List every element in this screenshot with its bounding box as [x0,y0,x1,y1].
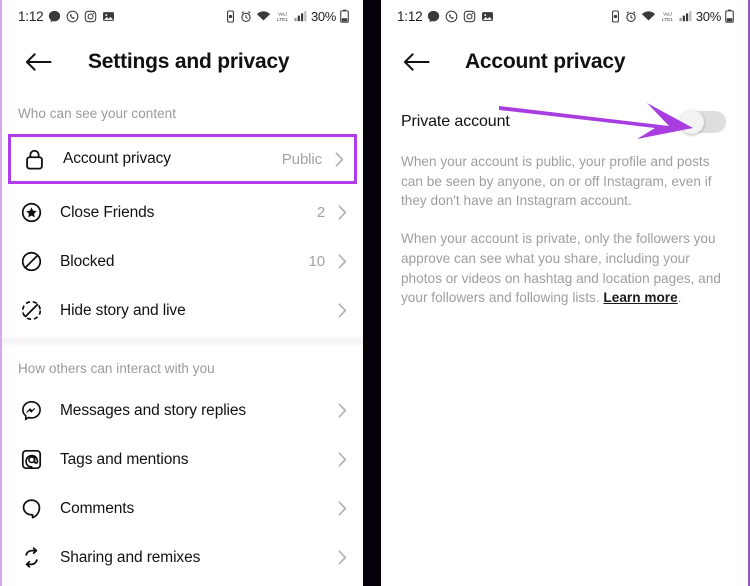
alarm-icon [240,10,252,23]
left-header: Settings and privacy [2,32,363,92]
section-label-who-can-see: Who can see your content [18,106,177,121]
row-label-blocked: Blocked [60,252,115,270]
row-label-close-friends: Close Friends [60,203,155,221]
sidebar-item-tags-and-mentions[interactable]: Tags and mentions [2,435,363,484]
sidebar-item-hide-story-and-live[interactable]: Hide story and live [2,286,363,335]
right-phone-screen: 1:12 VoLl LTE1 30% Account privacy Priva… [380,0,750,586]
panel-divider [363,0,381,586]
right-header: Account privacy [381,32,748,92]
sidebar-item-sharing-and-remixes[interactable]: Sharing and remixes [2,533,363,582]
learn-more-link[interactable]: Learn more [603,290,677,305]
messenger-icon [18,400,44,421]
close-friends-star-icon [18,202,44,223]
vibrate-icon [610,9,621,23]
at-mention-icon [18,449,44,470]
dual-screenshot-container: 1:12 VoLl LTE1 30% Settings and privacy … [0,0,750,586]
privacy-description: When your account is public, your profil… [381,152,748,308]
section-label-how-others-interact: How others can interact with you [18,361,215,376]
signal-bars-icon [679,10,692,22]
row-label-tags-and-mentions: Tags and mentions [60,450,189,468]
account-privacy-highlight-wrapper: Account privacy Public [2,131,363,188]
battery-icon [725,9,734,23]
wifi-icon [256,10,271,22]
status-time: 1:12 [396,8,423,24]
left-phone-screen: 1:12 VoLl LTE1 30% Settings and privacy … [0,0,364,586]
lock-icon [21,149,47,170]
private-account-toggle[interactable] [680,110,726,134]
page-title-left: Settings and privacy [88,50,290,73]
row-value-close-friends: 2 [316,204,326,221]
status-bar-left-group: 1:12 [18,9,115,24]
battery-icon [340,9,349,23]
volte-icon: VoLl LTE1 [275,10,290,23]
svg-text:VoLl: VoLl [278,11,287,16]
instagram-icon [84,10,97,23]
gallery-icon [102,10,115,23]
signal-bars-icon [294,10,307,22]
chevron-right-icon [338,403,347,418]
paragraph-public: When your account is public, your profil… [400,154,712,209]
alarm-icon [625,10,637,23]
chevron-right-icon [338,501,347,516]
sidebar-item-blocked[interactable]: Blocked 10 [2,237,363,286]
row-value-blocked: 10 [308,253,326,270]
whatsapp-icon [66,10,79,23]
sidebar-item-account-privacy[interactable]: Account privacy Public [8,134,358,184]
messenger-chat-icon [48,10,61,23]
sidebar-item-comments[interactable]: Comments [2,484,363,533]
back-arrow-icon [403,52,431,72]
status-bar-right-group: VoLl LTE1 30% [225,9,349,24]
back-button-left[interactable] [16,40,60,84]
chevron-right-icon [338,254,347,269]
remix-icon [18,547,44,568]
page-title-right: Account privacy [464,50,626,73]
private-account-label: Private account [400,113,510,130]
toggle-knob [680,110,704,134]
instagram-icon [463,10,476,23]
row-label-sharing-and-remixes: Sharing and remixes [60,548,201,566]
row-label-messages-and-story-replies: Messages and story replies [60,401,247,419]
whatsapp-icon [445,10,458,23]
chevron-right-icon [338,550,347,565]
row-value-account-privacy: Public [281,150,323,168]
battery-percent-label: 30% [695,8,721,24]
volte-icon: VoLl LTE1 [660,10,675,23]
svg-text:LTE1: LTE1 [277,16,288,21]
row-label-account-privacy: Account privacy [63,150,171,167]
comment-icon [18,498,44,519]
chevron-right-icon [338,452,347,467]
sidebar-item-messages-and-story-replies[interactable]: Messages and story replies [2,386,363,435]
chevron-right-icon [338,205,347,220]
battery-percent-label: 30% [310,8,337,24]
paragraph-private: When your account is private, only the f… [401,229,728,308]
hide-story-icon [18,300,44,321]
chevron-right-icon [335,151,344,167]
back-arrow-icon [25,52,52,72]
messenger-chat-icon [427,10,440,23]
vibrate-icon [225,9,236,23]
status-bar-right-group: VoLl LTE1 30% [610,9,734,24]
gallery-icon [481,10,494,23]
row-label-hide-story-and-live: Hide story and live [60,301,186,319]
status-bar-right: 1:12 VoLl LTE1 30% [381,0,748,32]
row-label-comments: Comments [60,499,135,517]
status-bar-left-group: 1:12 [397,9,494,24]
blocked-icon [18,251,44,272]
svg-text:LTE1: LTE1 [662,16,673,21]
section-divider [2,335,364,347]
status-bar-left: 1:12 VoLl LTE1 30% [2,0,363,32]
private-account-row: Private account [381,92,748,134]
wifi-icon [641,10,656,22]
paragraph-private-period: . [677,290,682,306]
sidebar-item-close-friends[interactable]: Close Friends 2 [2,188,363,237]
chevron-right-icon [338,303,347,318]
back-button-right[interactable] [395,40,439,84]
svg-text:VoLl: VoLl [663,11,672,16]
status-time: 1:12 [18,8,44,24]
